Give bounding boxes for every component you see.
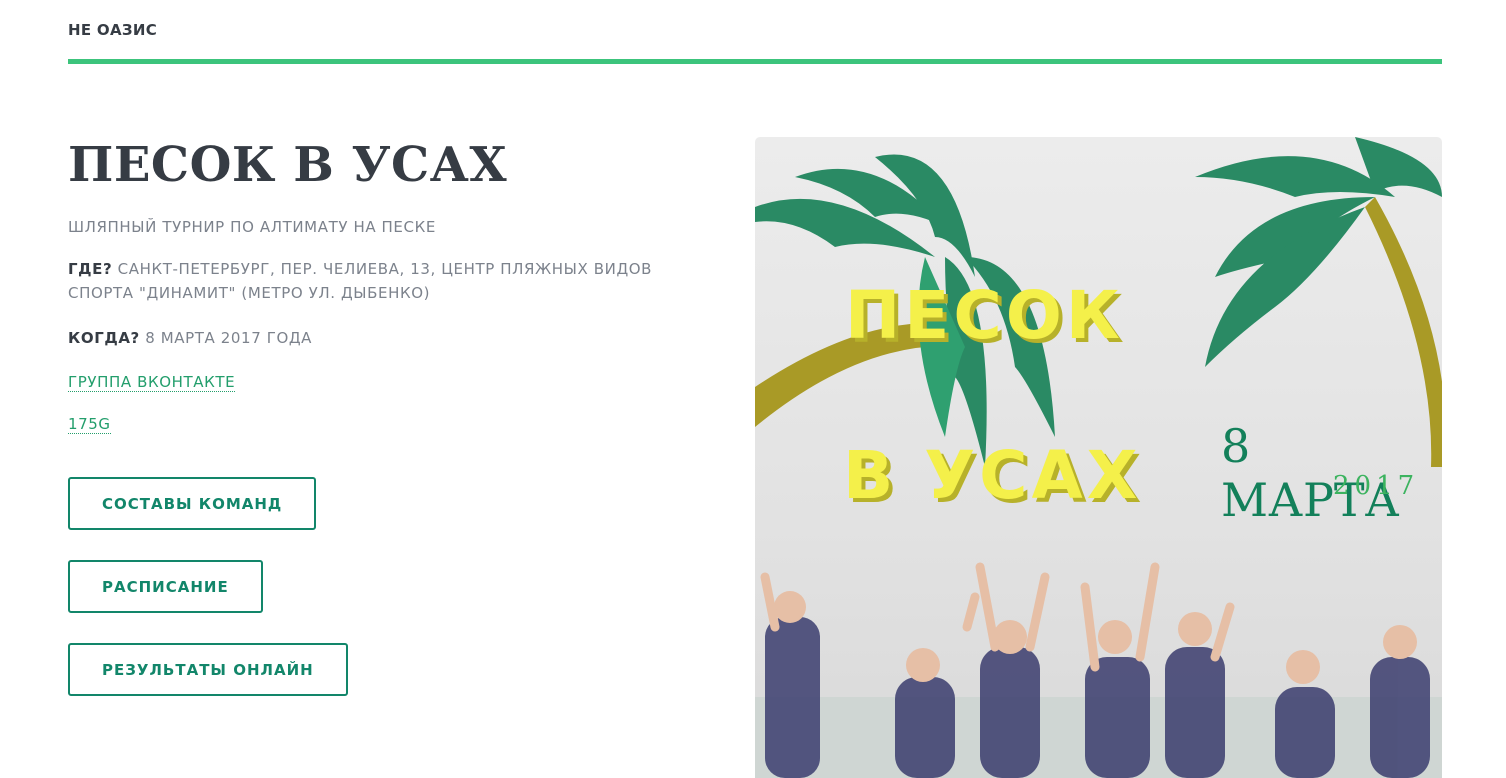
event-subtitle: ШЛЯПНЫЙ ТУРНИР ПО АЛТИМАТУ НА ПЕСКЕ: [68, 218, 436, 236]
poster-date-year: 2017: [1333, 471, 1420, 501]
page-title: ПЕСОК В УСАХ: [68, 137, 508, 193]
175g-link[interactable]: 175G: [68, 415, 111, 434]
where-label: ГДЕ?: [68, 260, 113, 278]
event-poster: ПЕСОК В УСАХ 8 МАРТА 2017: [755, 137, 1442, 778]
brand-link[interactable]: НЕ ОАЗИС: [68, 21, 157, 39]
site-header: НЕ ОАЗИС: [68, 0, 1442, 64]
event-info: ПЕСОК В УСАХ ШЛЯПНЫЙ ТУРНИР ПО АЛТИМАТУ …: [68, 130, 688, 434]
where-value: САНКТ-ПЕТЕРБУРГ, ПЕР. ЧЕЛИЕВА, 13, ЦЕНТР…: [68, 260, 653, 302]
when-label: КОГДА?: [68, 329, 140, 347]
poster-title-line2: В УСАХ: [843, 437, 1142, 514]
event-date: КОГДА? 8 МАРТА 2017 ГОДА: [68, 326, 688, 350]
teams-button[interactable]: СОСТАВЫ КОМАНД: [68, 477, 317, 530]
vk-group-link[interactable]: ГРУППА ВКОНТАКТЕ: [68, 373, 236, 392]
schedule-button[interactable]: РАСПИСАНИЕ: [68, 560, 263, 613]
when-value: 8 МАРТА 2017 ГОДА: [139, 329, 313, 347]
event-location: ГДЕ? САНКТ-ПЕТЕРБУРГ, ПЕР. ЧЕЛИЕВА, 13, …: [68, 257, 688, 305]
poster-title-line1: ПЕСОК: [845, 277, 1124, 354]
results-button[interactable]: РЕЗУЛЬТАТЫ ОНЛАЙН: [68, 643, 348, 696]
